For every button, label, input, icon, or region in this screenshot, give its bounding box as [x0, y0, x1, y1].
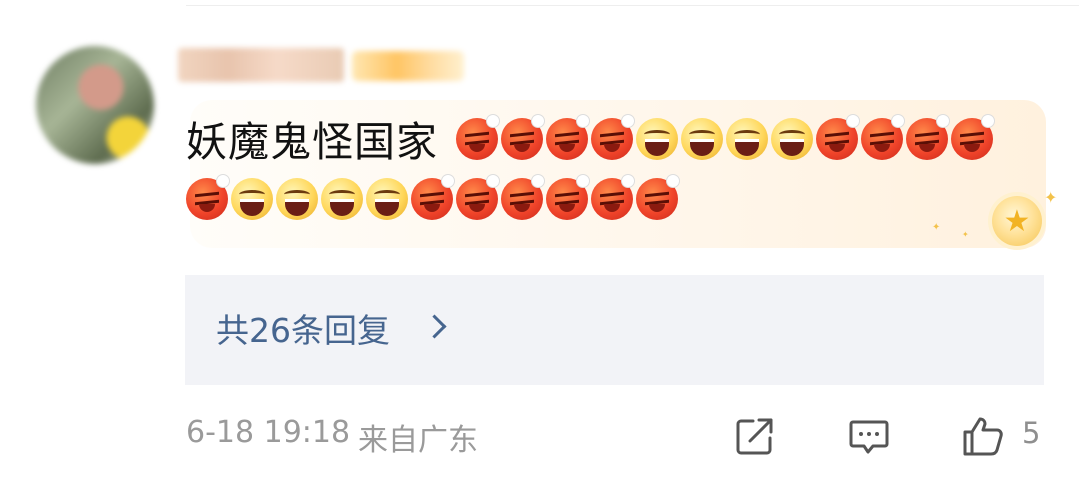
anger-mark-icon — [531, 114, 545, 128]
angry-emoji-icon — [456, 174, 500, 220]
anger-mark-icon — [216, 174, 230, 188]
anger-mark-icon — [441, 174, 455, 188]
username-blurred[interactable] — [178, 48, 344, 82]
anger-mark-icon — [891, 114, 905, 128]
laughing-emoji-icon — [321, 178, 363, 220]
sparkle-icon: ✦ — [932, 222, 941, 233]
angry-emoji-icon — [951, 114, 995, 160]
laughing-emoji-icon — [231, 178, 273, 220]
like-icon[interactable] — [961, 414, 1005, 458]
top-divider — [186, 5, 1079, 6]
anger-mark-icon — [486, 114, 500, 128]
angry-emoji-icon — [186, 174, 230, 220]
angry-emoji-icon — [591, 174, 635, 220]
angry-emoji-icon — [861, 114, 905, 160]
angry-emoji-icon — [906, 114, 950, 160]
angry-emoji-icon — [546, 174, 590, 220]
angry-emoji-icon — [816, 114, 860, 160]
laughing-emoji-icon — [636, 118, 678, 160]
anger-mark-icon — [621, 174, 635, 188]
laughing-emoji-icon — [726, 118, 768, 160]
sparkle-icon: ✦ — [1044, 188, 1058, 207]
angry-emoji-icon — [636, 174, 680, 220]
comment-icon[interactable] — [847, 414, 891, 458]
angry-emoji-icon — [456, 114, 500, 160]
anger-mark-icon — [846, 114, 860, 128]
share-icon[interactable] — [733, 414, 777, 458]
anger-mark-icon — [531, 174, 545, 188]
comment-location: 来自广东 — [358, 423, 478, 458]
replies-link[interactable]: 共26条回复 — [216, 304, 390, 352]
laughing-emoji-icon — [366, 178, 408, 220]
sparkle-icon: ✦ — [962, 230, 969, 239]
user-badge-blurred — [352, 51, 464, 81]
laughing-emoji-icon — [771, 118, 813, 160]
comment-timestamp: 6-18 19:18 — [186, 415, 351, 450]
avatar[interactable] — [36, 46, 154, 164]
anger-mark-icon — [981, 114, 995, 128]
anger-mark-icon — [936, 114, 950, 128]
like-count: 5 — [1022, 416, 1041, 450]
angry-emoji-icon — [591, 114, 635, 160]
anger-mark-icon — [576, 114, 590, 128]
angry-emoji-icon — [411, 174, 455, 220]
star-badge-icon: ★ — [992, 196, 1042, 246]
angry-emoji-icon — [501, 174, 545, 220]
laughing-emoji-icon — [276, 178, 318, 220]
laughing-emoji-icon — [681, 118, 723, 160]
anger-mark-icon — [576, 174, 590, 188]
anger-mark-icon — [621, 114, 635, 128]
anger-mark-icon — [666, 174, 680, 188]
anger-mark-icon — [486, 174, 500, 188]
angry-emoji-icon — [546, 114, 590, 160]
angry-emoji-icon — [501, 114, 545, 160]
